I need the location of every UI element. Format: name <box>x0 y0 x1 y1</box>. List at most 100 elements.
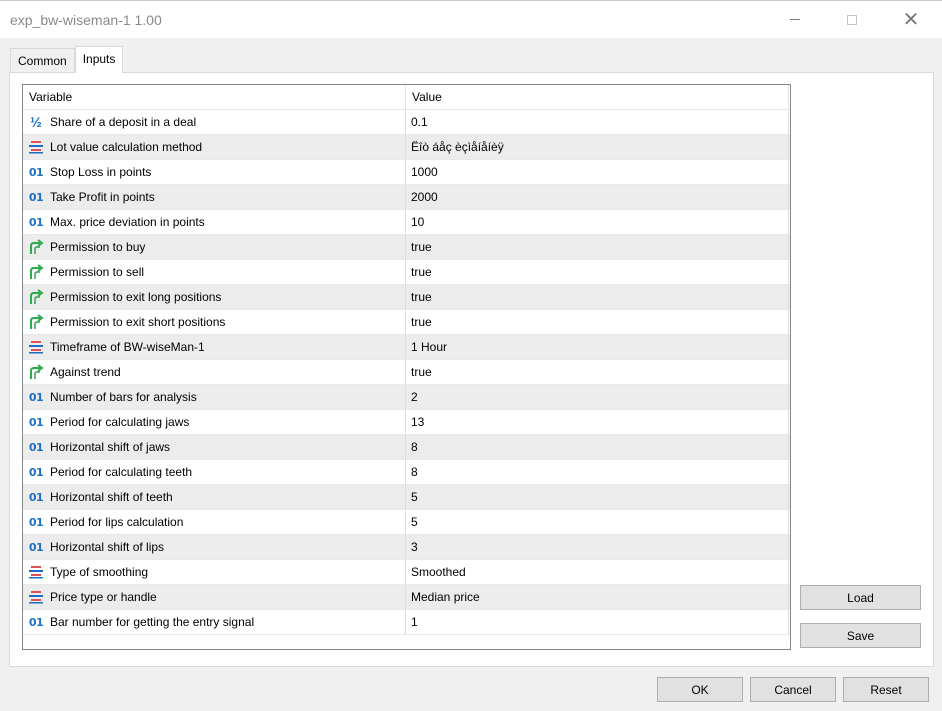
table-row[interactable]: 01 Period for lips calculation 5 <box>23 510 790 535</box>
table-row[interactable]: 01 Bar number for getting the entry signa… <box>23 610 790 635</box>
integer-icon: 01 <box>28 190 44 204</box>
variable-label: Take Profit in points <box>50 190 155 204</box>
integer-icon: 01 <box>28 465 44 479</box>
table-row[interactable]: Permission to sell true <box>23 260 790 285</box>
value-cell[interactable]: 3 <box>406 535 789 559</box>
enum-icon <box>28 139 44 155</box>
variable-label: Horizontal shift of teeth <box>50 490 173 504</box>
variable-label: Timeframe of BW-wiseMan-1 <box>50 340 205 354</box>
table-row[interactable]: 01 Period for calculating jaws 13 <box>23 410 790 435</box>
variable-label: Share of a deposit in a deal <box>50 115 197 129</box>
variable-label: Number of bars for analysis <box>50 390 197 404</box>
variable-label: Permission to exit short positions <box>50 315 226 329</box>
value-cell[interactable]: 5 <box>406 510 789 534</box>
variable-cell: Timeframe of BW-wiseMan-1 <box>23 335 406 359</box>
value-cell[interactable]: true <box>406 360 789 384</box>
value-cell[interactable]: 8 <box>406 460 789 484</box>
variable-label: Max. price deviation in points <box>50 215 205 229</box>
table-row[interactable]: Lot value calculation method Ëîò áåç èçìå… <box>23 135 790 160</box>
variable-cell: 01 Stop Loss in points <box>23 160 406 184</box>
value-cell[interactable]: 1 <box>406 610 789 634</box>
value-cell[interactable]: true <box>406 285 789 309</box>
table-row[interactable]: 01 Number of bars for analysis 2 <box>23 385 790 410</box>
maximize-button[interactable] <box>829 1 875 38</box>
cancel-button[interactable]: Cancel <box>750 677 836 702</box>
save-button[interactable]: Save <box>800 623 921 648</box>
variable-label: Bar number for getting the entry signal <box>50 615 255 629</box>
variable-label: Period for calculating teeth <box>50 465 193 479</box>
window-title: exp_bw-wiseman-1 1.00 <box>10 12 162 28</box>
variable-cell: Against trend <box>23 360 406 384</box>
value-cell[interactable]: 13 <box>406 410 789 434</box>
value-cell[interactable]: true <box>406 235 789 259</box>
bool-icon <box>28 314 44 330</box>
table-row[interactable]: Price type or handle Median price <box>23 585 790 610</box>
table-row[interactable]: Timeframe of BW-wiseMan-1 1 Hour <box>23 335 790 360</box>
value-cell[interactable]: Ëîò áåç èçìåíåíèÿ <box>406 135 789 159</box>
integer-icon: 01 <box>28 390 44 404</box>
load-button[interactable]: Load <box>800 585 921 610</box>
table-row[interactable]: 01 Take Profit in points 2000 <box>23 185 790 210</box>
table-row[interactable]: 01 Horizontal shift of lips 3 <box>23 535 790 560</box>
variable-cell: 01 Take Profit in points <box>23 185 406 209</box>
tab-inputs[interactable]: Inputs <box>74 46 124 73</box>
variable-cell: 01 Bar number for getting the entry signa… <box>23 610 406 634</box>
tab-strip: Common Inputs <box>10 46 124 73</box>
minimize-button[interactable] <box>772 1 818 38</box>
close-icon: ✕ <box>902 8 920 31</box>
variable-label: Permission to sell <box>50 265 145 279</box>
table-row[interactable]: ½ Share of a deposit in a deal 0.1 <box>23 110 790 135</box>
column-header-variable[interactable]: Variable <box>23 85 406 109</box>
maximize-icon <box>847 14 857 25</box>
bool-icon <box>28 239 44 255</box>
variable-cell: Permission to buy <box>23 235 406 259</box>
table-row[interactable]: Permission to exit long positions true <box>23 285 790 310</box>
table-row[interactable]: 01 Period for calculating teeth 8 <box>23 460 790 485</box>
bool-icon <box>28 289 44 305</box>
integer-icon: 01 <box>28 515 44 529</box>
close-button[interactable]: ✕ <box>888 1 934 38</box>
table-row[interactable]: Permission to buy true <box>23 235 790 260</box>
value-cell[interactable]: 2 <box>406 385 789 409</box>
enum-icon <box>28 589 44 605</box>
minimize-icon <box>790 19 800 20</box>
variable-cell: Permission to sell <box>23 260 406 284</box>
ok-button[interactable]: OK <box>657 677 743 702</box>
value-cell[interactable]: 1 Hour <box>406 335 789 359</box>
value-cell[interactable]: Median price <box>406 585 789 609</box>
integer-icon: 01 <box>28 215 44 229</box>
value-cell[interactable]: 1000 <box>406 160 789 184</box>
bool-icon <box>28 364 44 380</box>
table-row[interactable]: 01 Stop Loss in points 1000 <box>23 160 790 185</box>
variable-label: Horizontal shift of lips <box>50 540 165 554</box>
variable-label: Type of smoothing <box>50 565 149 579</box>
value-cell[interactable]: true <box>406 310 789 334</box>
column-header-value[interactable]: Value <box>406 85 789 109</box>
tab-common[interactable]: Common <box>10 48 75 73</box>
value-cell[interactable]: 2000 <box>406 185 789 209</box>
value-cell[interactable]: 10 <box>406 210 789 234</box>
value-cell[interactable]: 8 <box>406 435 789 459</box>
variable-cell: 01 Horizontal shift of jaws <box>23 435 406 459</box>
variable-cell: 01 Period for calculating jaws <box>23 410 406 434</box>
table-row[interactable]: Permission to exit short positions true <box>23 310 790 335</box>
value-cell[interactable]: true <box>406 260 789 284</box>
inputs-grid: Variable Value ½ Share of a deposit in a … <box>22 84 791 650</box>
table-row[interactable]: Against trend true <box>23 360 790 385</box>
reset-button[interactable]: Reset <box>843 677 929 702</box>
value-cell[interactable]: 5 <box>406 485 789 509</box>
variable-cell: Lot value calculation method <box>23 135 406 159</box>
bool-icon <box>28 264 44 280</box>
enum-icon <box>28 339 44 355</box>
value-cell[interactable]: Smoothed <box>406 560 789 584</box>
integer-icon: 01 <box>28 415 44 429</box>
integer-icon: 01 <box>28 615 44 629</box>
variable-label: Period for lips calculation <box>50 515 184 529</box>
table-row[interactable]: 01 Max. price deviation in points 10 <box>23 210 790 235</box>
table-row[interactable]: Type of smoothing Smoothed <box>23 560 790 585</box>
table-row[interactable]: 01 Horizontal shift of teeth 5 <box>23 485 790 510</box>
table-row[interactable]: 01 Horizontal shift of jaws 8 <box>23 435 790 460</box>
value-cell[interactable]: 0.1 <box>406 110 789 134</box>
grid-rows: ½ Share of a deposit in a deal 0.1 Lot valu… <box>23 110 790 635</box>
variable-label: Horizontal shift of jaws <box>50 440 171 454</box>
